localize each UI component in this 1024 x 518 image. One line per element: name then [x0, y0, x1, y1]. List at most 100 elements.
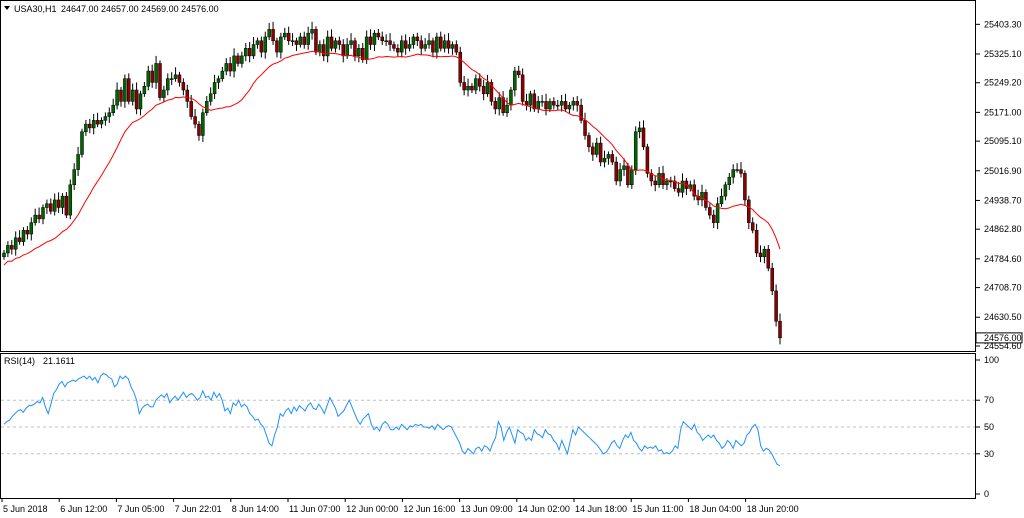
candle-up [731, 169, 735, 178]
candle-down [236, 55, 240, 64]
candle-up [169, 78, 174, 80]
rsi-name-label: RSI(14) [4, 356, 35, 366]
candle-up [442, 40, 447, 49]
candle-down [25, 229, 30, 235]
candle-up [310, 29, 314, 34]
candle-down [286, 32, 291, 41]
candle-down [587, 135, 591, 148]
rsi-value-label: 21.1611 [43, 356, 75, 366]
time-tick-label: 7 Jun 22:01 [175, 504, 222, 514]
candle-down [532, 93, 537, 110]
candle-down [766, 248, 771, 269]
symbol-label: USA30,H1 [14, 4, 57, 14]
candle-up [107, 112, 112, 117]
candle-up [594, 142, 599, 155]
candle-up [267, 29, 271, 38]
candle-up [719, 195, 724, 204]
candle-up [154, 63, 158, 83]
candle-up [555, 104, 560, 107]
candle-down [583, 120, 587, 136]
candle-down [431, 40, 435, 53]
candle-down [676, 188, 681, 193]
candle-up [567, 104, 572, 110]
candle-up [372, 32, 377, 45]
candle-up [633, 131, 638, 170]
candle-up [6, 245, 10, 254]
candle-down [396, 48, 400, 53]
candle-down [626, 165, 630, 186]
candle-up [91, 120, 96, 129]
candle-up [72, 169, 76, 186]
candle-down [376, 32, 381, 38]
candle-up [123, 78, 127, 102]
candle-down [181, 82, 186, 91]
candle-up [255, 40, 260, 45]
candle-down [388, 40, 392, 45]
candle-up [318, 44, 322, 53]
price-tick-label: 25403.30 [984, 19, 1022, 29]
rsi-tick-label: 30 [984, 449, 994, 459]
price-tick-label: 24938.70 [984, 195, 1022, 205]
candle-up [450, 44, 455, 49]
candle-up [166, 78, 170, 91]
candle-down [177, 74, 182, 83]
candle-up [283, 32, 287, 38]
candle-up [466, 85, 470, 91]
candle-up [407, 44, 412, 49]
candle-up [45, 203, 49, 208]
candle-up [224, 63, 229, 72]
candle-up [513, 70, 517, 91]
rsi-tick-label: 0 [984, 489, 989, 499]
candle-up [665, 180, 669, 186]
candle-up [735, 169, 739, 171]
rsi-tick-label: 70 [984, 395, 994, 405]
candle-up [279, 36, 283, 53]
candle-up [21, 229, 26, 242]
candle-up [232, 55, 236, 72]
candle-up [423, 44, 427, 49]
time-tick-label: 14 Jun 18:00 [575, 504, 627, 514]
candle-down [314, 29, 318, 53]
candle-down [446, 40, 451, 49]
candle-down [524, 101, 529, 106]
candle-down [294, 40, 299, 45]
candle-down [193, 116, 197, 125]
candle-down [49, 203, 53, 212]
candle-up [142, 85, 147, 95]
price-tick-label: 24708.70 [984, 283, 1022, 293]
candle-up [205, 101, 209, 114]
candle-up [2, 252, 6, 258]
candle-up [509, 89, 513, 106]
candle-down [403, 40, 408, 49]
candle-up [173, 74, 178, 79]
chart-canvas: USA30,H1 24647.00 24657.00 24569.00 2457… [0, 0, 1024, 518]
candle-down [614, 161, 618, 182]
time-tick-label: 14 Jun 02:00 [518, 504, 570, 514]
candle-up [762, 248, 767, 258]
candle-down [119, 89, 123, 102]
candle-up [474, 78, 478, 91]
candle-down [341, 44, 346, 57]
current-price-label: 24576.00 [984, 333, 1022, 343]
candle-down [711, 214, 716, 223]
current-price-marker: 24576.00 [975, 332, 1023, 344]
rsi-tick-label: 50 [984, 422, 994, 432]
candle-up [536, 101, 540, 110]
candle-down [552, 101, 556, 106]
candle-down [185, 89, 190, 102]
candle-up [263, 36, 268, 53]
candle-up [349, 40, 353, 45]
time-tick-label: 15 Jun 11:00 [632, 504, 683, 514]
candle-down [247, 48, 252, 57]
candle-up [622, 165, 626, 170]
candle-down [774, 290, 778, 322]
candle-down [591, 146, 595, 155]
candle-down [127, 78, 131, 102]
candle-down [37, 214, 41, 220]
candle-up [435, 36, 439, 53]
time-tick-label: 11 Jun 07:00 [289, 504, 340, 514]
time-tick-label: 13 Jun 09:00 [461, 504, 513, 514]
rsi-tick-label: 100 [984, 355, 999, 365]
candle-up [399, 40, 404, 53]
candle-up [208, 93, 213, 102]
